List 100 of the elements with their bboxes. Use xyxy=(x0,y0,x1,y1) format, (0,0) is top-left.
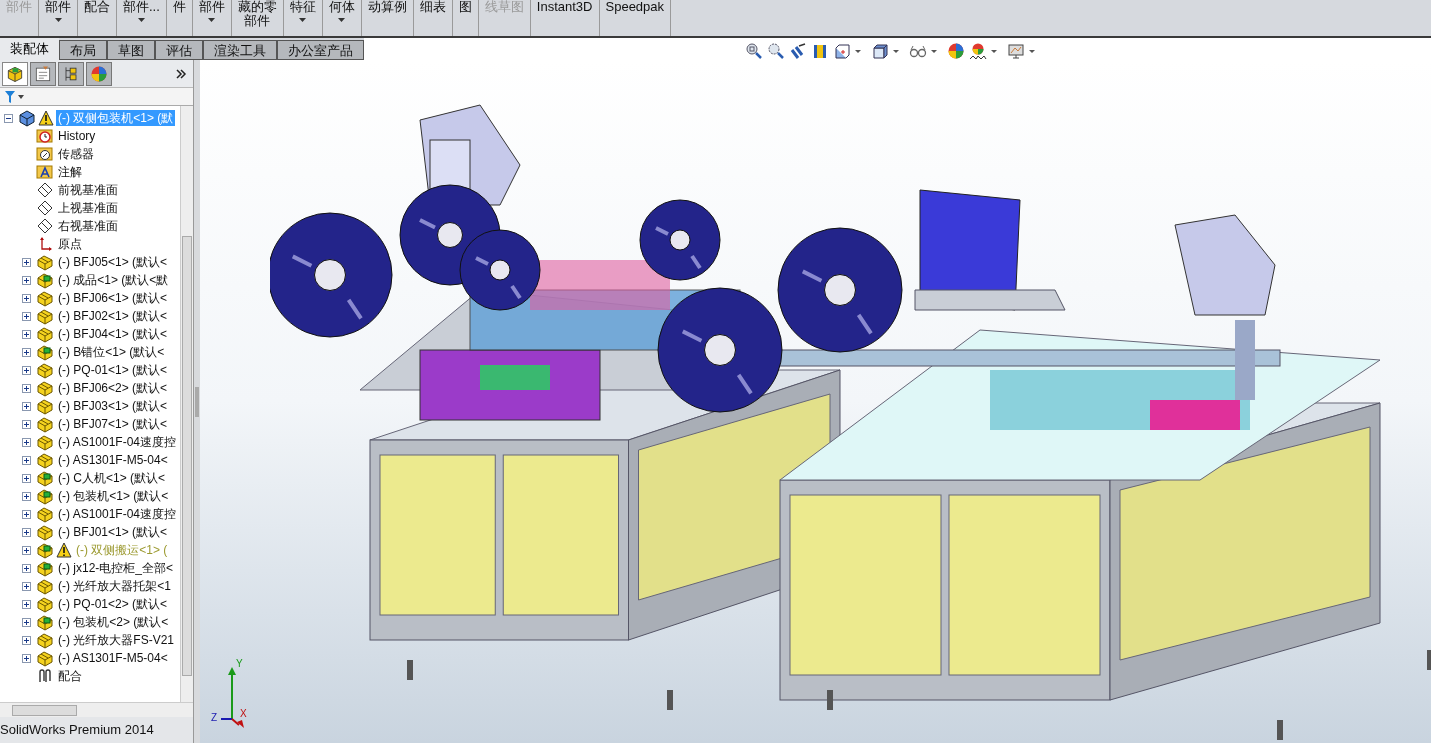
tree-item[interactable]: 前视基准面 xyxy=(56,182,120,198)
toolbar-button[interactable]: 动算例 xyxy=(361,0,414,36)
tab[interactable]: 草图 xyxy=(107,40,155,60)
tree-item[interactable]: 右视基准面 xyxy=(56,218,120,234)
tree-item[interactable]: (-) C人机<1> (默认< xyxy=(56,470,167,486)
tree-item[interactable]: (-) jx12-电控柜_全部< xyxy=(56,560,175,576)
panel-tab[interactable] xyxy=(86,61,112,86)
expand-icon[interactable] xyxy=(22,329,31,339)
toolbar-button[interactable]: 部件 xyxy=(192,0,232,36)
toolbar-button[interactable]: 件 xyxy=(166,0,193,36)
expand-icon[interactable] xyxy=(22,257,31,267)
expand-icon[interactable] xyxy=(22,347,31,357)
toolbar-button[interactable]: 藏的零 部件 xyxy=(231,0,284,36)
scene-icon[interactable] xyxy=(969,42,987,60)
horizontal-scrollbar[interactable] xyxy=(0,702,193,717)
collapse-handle[interactable] xyxy=(194,60,200,743)
expand-icon[interactable] xyxy=(22,401,31,411)
toolbar-button[interactable]: 配合 xyxy=(78,0,117,36)
graphics-area[interactable]: Y Z X xyxy=(200,60,1431,743)
tree-item[interactable]: (-) AS1301F-M5-04< xyxy=(56,650,170,666)
expand-icon[interactable] xyxy=(22,275,31,285)
tree-item[interactable]: (-) BFJ03<1> (默认< xyxy=(56,398,170,414)
panel-tab[interactable] xyxy=(2,61,28,86)
toolbar-button[interactable]: 何体 xyxy=(322,0,362,36)
expand-icon[interactable] xyxy=(22,311,31,321)
expand-icon[interactable] xyxy=(22,455,31,465)
tree-item[interactable]: (-) BFJ06<1> (默认< xyxy=(56,290,170,306)
expand-icon[interactable] xyxy=(22,437,31,447)
tree-item[interactable]: 传感器 xyxy=(56,146,96,162)
tree-item[interactable]: 配合 xyxy=(56,668,84,684)
tree-item[interactable]: (-) BFJ01<1> (默认< xyxy=(56,524,170,540)
toolbar-button[interactable]: Instant3D xyxy=(530,0,600,36)
tree-item[interactable]: (-) 包装机<1> (默认< xyxy=(56,488,171,504)
panel-tab[interactable] xyxy=(58,61,84,86)
tree-item[interactable]: 注解 xyxy=(56,164,84,180)
part-icon xyxy=(36,397,54,415)
tree-item[interactable]: (-) BFJ07<1> (默认< xyxy=(56,416,170,432)
tree-item[interactable]: (-) 光纤放大器FS-V21 xyxy=(56,632,176,648)
toolbar-button[interactable]: 部件... xyxy=(117,0,167,36)
expand-icon[interactable] xyxy=(22,617,31,627)
tree-item[interactable]: (-) AS1001F-04速度控 xyxy=(56,506,179,522)
toolbar-button[interactable]: Speedpak xyxy=(599,0,672,36)
tab[interactable]: 装配体 xyxy=(0,38,59,60)
panel-tab[interactable] xyxy=(30,61,56,86)
cube-icon[interactable] xyxy=(833,42,851,60)
toolbar-button[interactable]: 部件 xyxy=(39,0,78,36)
part-icon xyxy=(36,433,54,451)
section-view-icon[interactable] xyxy=(811,42,829,60)
zoom-area-icon[interactable] xyxy=(767,42,785,60)
monitor-icon[interactable] xyxy=(1007,42,1025,60)
expand-icon[interactable] xyxy=(22,599,31,609)
toolbar-button[interactable]: 图 xyxy=(452,0,479,36)
caret-icon[interactable] xyxy=(893,49,899,53)
tree-item[interactable]: (-) PQ-01<2> (默认< xyxy=(56,596,170,612)
tree-item[interactable]: (-) BFJ05<1> (默认< xyxy=(56,254,170,270)
toolbar-button[interactable]: 特征 xyxy=(283,0,323,36)
expand-icon[interactable] xyxy=(22,563,31,573)
collapse-icon[interactable] xyxy=(4,113,13,123)
expand-panel-icon[interactable] xyxy=(175,67,187,80)
expand-icon[interactable] xyxy=(22,509,31,519)
tree-item[interactable]: (-) B错位<1> (默认< xyxy=(56,344,167,360)
caret-icon[interactable] xyxy=(855,49,861,53)
tab[interactable]: 办公室产品 xyxy=(277,40,364,60)
tree-item[interactable]: 原点 xyxy=(56,236,84,252)
toolbar-button[interactable]: 细表 xyxy=(413,0,453,36)
tree-item[interactable]: (-) 成品<1> (默认<默 xyxy=(56,272,171,288)
expand-icon[interactable] xyxy=(22,383,31,393)
expand-icon[interactable] xyxy=(22,527,31,537)
expand-icon[interactable] xyxy=(22,653,31,663)
tree-item[interactable]: (-) AS1001F-04速度控 xyxy=(56,434,179,450)
tab[interactable]: 布局 xyxy=(59,40,107,60)
filter-icon[interactable] xyxy=(4,89,26,104)
zoom-fit-icon[interactable] xyxy=(745,42,763,60)
tree-item[interactable]: (-) BFJ04<1> (默认< xyxy=(56,326,170,342)
expand-icon[interactable] xyxy=(22,635,31,645)
color-ball-icon[interactable] xyxy=(947,42,965,60)
tab[interactable]: 渲染工具 xyxy=(203,40,277,60)
caret-icon[interactable] xyxy=(1029,49,1035,53)
caret-icon[interactable] xyxy=(931,49,937,53)
caret-icon[interactable] xyxy=(991,49,997,53)
expand-icon[interactable] xyxy=(22,419,31,429)
shaded-cube-icon[interactable] xyxy=(871,42,889,60)
expand-icon[interactable] xyxy=(22,581,31,591)
tree-item[interactable]: (-) 包装机<2> (默认< xyxy=(56,614,171,630)
status-text: SolidWorks Premium 2014 xyxy=(0,721,154,740)
expand-icon[interactable] xyxy=(22,473,31,483)
tree-item[interactable]: History xyxy=(56,128,98,144)
tree-item[interactable]: (-) BFJ02<1> (默认< xyxy=(56,308,170,324)
expand-icon[interactable] xyxy=(22,491,31,501)
expand-icon[interactable] xyxy=(22,293,31,303)
tree-item[interactable]: (-) AS1301F-M5-04< xyxy=(56,452,170,468)
vertical-scrollbar[interactable] xyxy=(180,106,193,702)
tree-item[interactable]: (-) PQ-01<1> (默认< xyxy=(56,362,170,378)
tree-item[interactable]: (-) BFJ06<2> (默认< xyxy=(56,380,170,396)
expand-icon[interactable] xyxy=(22,365,31,375)
tree-item[interactable]: 上视基准面 xyxy=(56,200,120,216)
expand-icon[interactable] xyxy=(22,545,31,555)
tree-item[interactable]: (-) 光纤放大器托架<1 xyxy=(56,578,173,594)
tab[interactable]: 评估 xyxy=(155,40,203,60)
part-icon xyxy=(36,415,54,433)
